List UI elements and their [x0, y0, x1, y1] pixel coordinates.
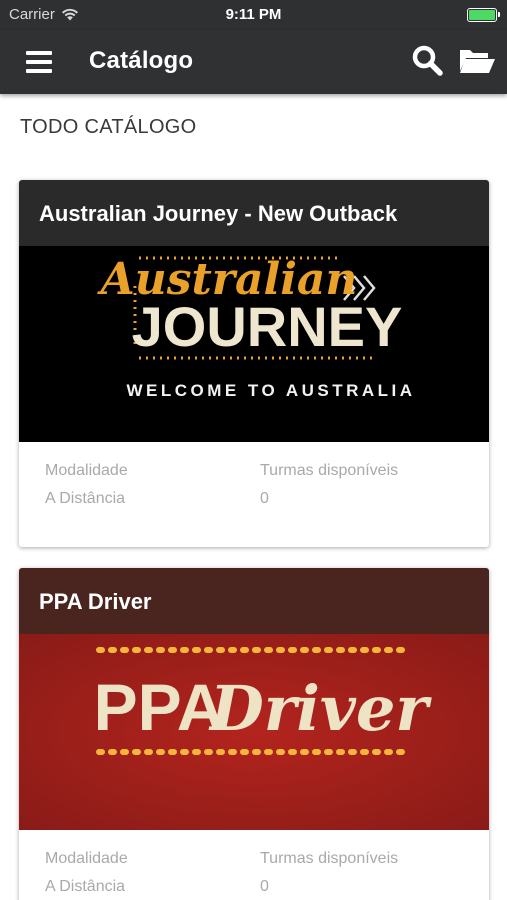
- banner-text-line2: JOURNEY: [132, 295, 403, 358]
- search-button[interactable]: [410, 43, 446, 79]
- status-bar: Carrier 9:11 PM: [0, 0, 507, 30]
- folder-button[interactable]: [456, 44, 498, 78]
- modality-label: Modalidade: [45, 462, 128, 479]
- classes-info: Turmas disponíveis 0: [260, 462, 398, 508]
- classes-value: 0: [260, 878, 269, 895]
- folder-open-icon: [460, 50, 495, 73]
- course-card[interactable]: PPA Driver PPA Driver Modalidade A Distâ…: [19, 568, 489, 900]
- course-title: PPA Driver: [19, 568, 489, 634]
- modality-info: Modalidade A Distância: [45, 850, 128, 896]
- search-icon: [412, 45, 443, 76]
- section-title: TODO CATÁLOGO: [20, 116, 197, 138]
- modality-value: A Distância: [45, 878, 126, 895]
- course-details: Modalidade A Distância Turmas disponívei…: [19, 442, 489, 547]
- course-title: Australian Journey - New Outback: [19, 180, 489, 246]
- battery-icon: [467, 8, 500, 22]
- modality-label: Modalidade: [45, 850, 128, 867]
- classes-label: Turmas disponíveis: [260, 850, 399, 867]
- modality-info: Modalidade A Distância: [45, 462, 128, 508]
- course-banner-ppa-driver: PPA Driver: [19, 634, 489, 830]
- course-card[interactable]: Australian Journey - New Outback Austral…: [19, 180, 489, 547]
- modality-value: A Distância: [45, 490, 126, 507]
- course-banner-australian-journey: Australian JOURNEY WELCOME TO AUSTRALIA: [19, 246, 489, 442]
- classes-info: Turmas disponíveis 0: [260, 850, 398, 896]
- banner-text-line1: PPA: [94, 670, 225, 744]
- course-details: Modalidade A Distância Turmas disponívei…: [19, 830, 489, 900]
- classes-value: 0: [260, 490, 269, 507]
- menu-icon: [26, 51, 52, 73]
- classes-label: Turmas disponíveis: [260, 462, 399, 479]
- banner-text-line2: Driver: [208, 672, 432, 745]
- status-time: 9:11 PM: [225, 6, 282, 23]
- page-title: Catálogo: [89, 47, 194, 74]
- menu-button[interactable]: [22, 46, 58, 78]
- banner-tagline: WELCOME TO AUSTRALIA: [126, 381, 415, 400]
- app-bar: Catálogo: [0, 30, 507, 94]
